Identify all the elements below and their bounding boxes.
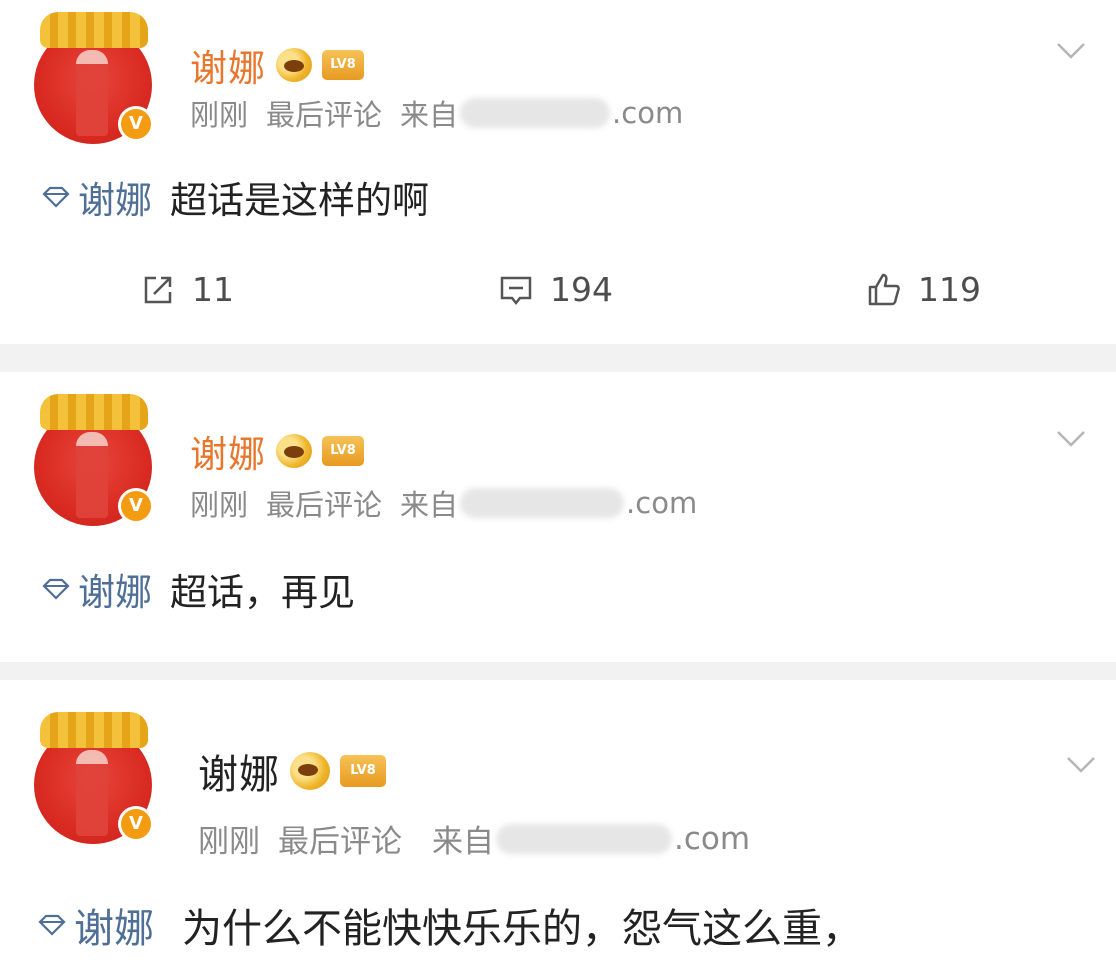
action-bar: 11 194 119 [0,270,1116,320]
source-suffix: .com [626,486,698,520]
blurred-source [496,823,672,854]
level-badge: LV8 [340,755,386,787]
post-meta: 刚刚 最后评论 来自 .com [198,816,750,861]
post-content: 谢娜 为什么不能快快乐乐的，怨气这么重， [36,896,862,954]
verified-v-badge-icon: V [118,488,154,524]
source-label: 来自 [400,488,459,522]
post-text: 为什么不能快快乐乐的，怨气这么重， [182,906,862,952]
crown-icon [276,48,312,82]
thumbs-up-icon [868,273,900,305]
topic-link[interactable]: 谢娜 [78,562,152,616]
diamond-topic-icon [38,914,66,936]
blurred-source [460,488,625,518]
source-suffix: .com [612,96,684,130]
post-meta: 刚刚 最后评论 来自 .com [190,482,697,524]
avatar-decoration [40,394,148,430]
post-content: 谢娜 超话是这样的啊 [40,170,429,224]
post-card[interactable]: V 谢娜 LV8 刚刚 最后评论 来自 .com 谢娜 为什么不能快快乐乐的，怨… [0,680,1116,966]
comment-count: 194 [550,270,613,309]
repost-button[interactable]: 11 [140,270,234,309]
avatar[interactable]: V [34,712,154,844]
source-label: 来自 [400,98,459,132]
blurred-source [460,98,611,128]
crown-icon [290,752,330,790]
post-card[interactable]: V 谢娜 LV8 刚刚 最后评论 来自 .com 谢娜 超话，再见 [0,372,1116,662]
post-meta: 刚刚 最后评论 来自 .com [190,92,683,134]
source-label: 来自 [432,824,494,860]
repost-count: 11 [192,270,234,309]
author-name[interactable]: 谢娜 [190,38,266,92]
post-text: 超话，再见 [170,571,355,614]
last-comment-label: 最后评论 [266,488,383,522]
level-badge: LV8 [322,50,364,80]
author-name[interactable]: 谢娜 [198,742,280,800]
comment-icon [500,276,532,305]
source-suffix: .com [674,820,751,857]
chevron-down-icon[interactable] [1066,756,1096,774]
repost-icon [144,276,172,303]
post-text: 超话是这样的啊 [170,179,429,222]
chevron-down-icon[interactable] [1056,430,1086,448]
avatar[interactable]: V [34,394,154,526]
verified-v-badge-icon: V [118,806,154,842]
post-time: 刚刚 [198,824,260,860]
author-name[interactable]: 谢娜 [190,424,266,478]
diamond-topic-icon [42,186,70,208]
post-time: 刚刚 [190,488,249,522]
chevron-down-icon[interactable] [1056,42,1086,60]
avatar[interactable]: V [34,12,154,144]
like-count: 119 [918,270,981,309]
post-card[interactable]: V 谢娜 LV8 刚刚 最后评论 来自 .com 谢娜 超话是这样的啊 11 1… [0,0,1116,344]
last-comment-label: 最后评论 [278,824,402,860]
topic-link[interactable]: 谢娜 [78,170,152,224]
avatar-decoration [40,12,148,48]
diamond-topic-icon [42,578,70,600]
like-button[interactable]: 119 [866,270,981,309]
post-content: 谢娜 超话，再见 [40,562,355,616]
crown-icon [276,434,312,468]
verified-v-badge-icon: V [118,106,154,142]
post-time: 刚刚 [190,98,249,132]
avatar-decoration [40,712,148,748]
level-badge: LV8 [322,436,364,466]
topic-link[interactable]: 谢娜 [74,896,154,954]
comment-button[interactable]: 194 [498,270,613,309]
last-comment-label: 最后评论 [266,98,383,132]
